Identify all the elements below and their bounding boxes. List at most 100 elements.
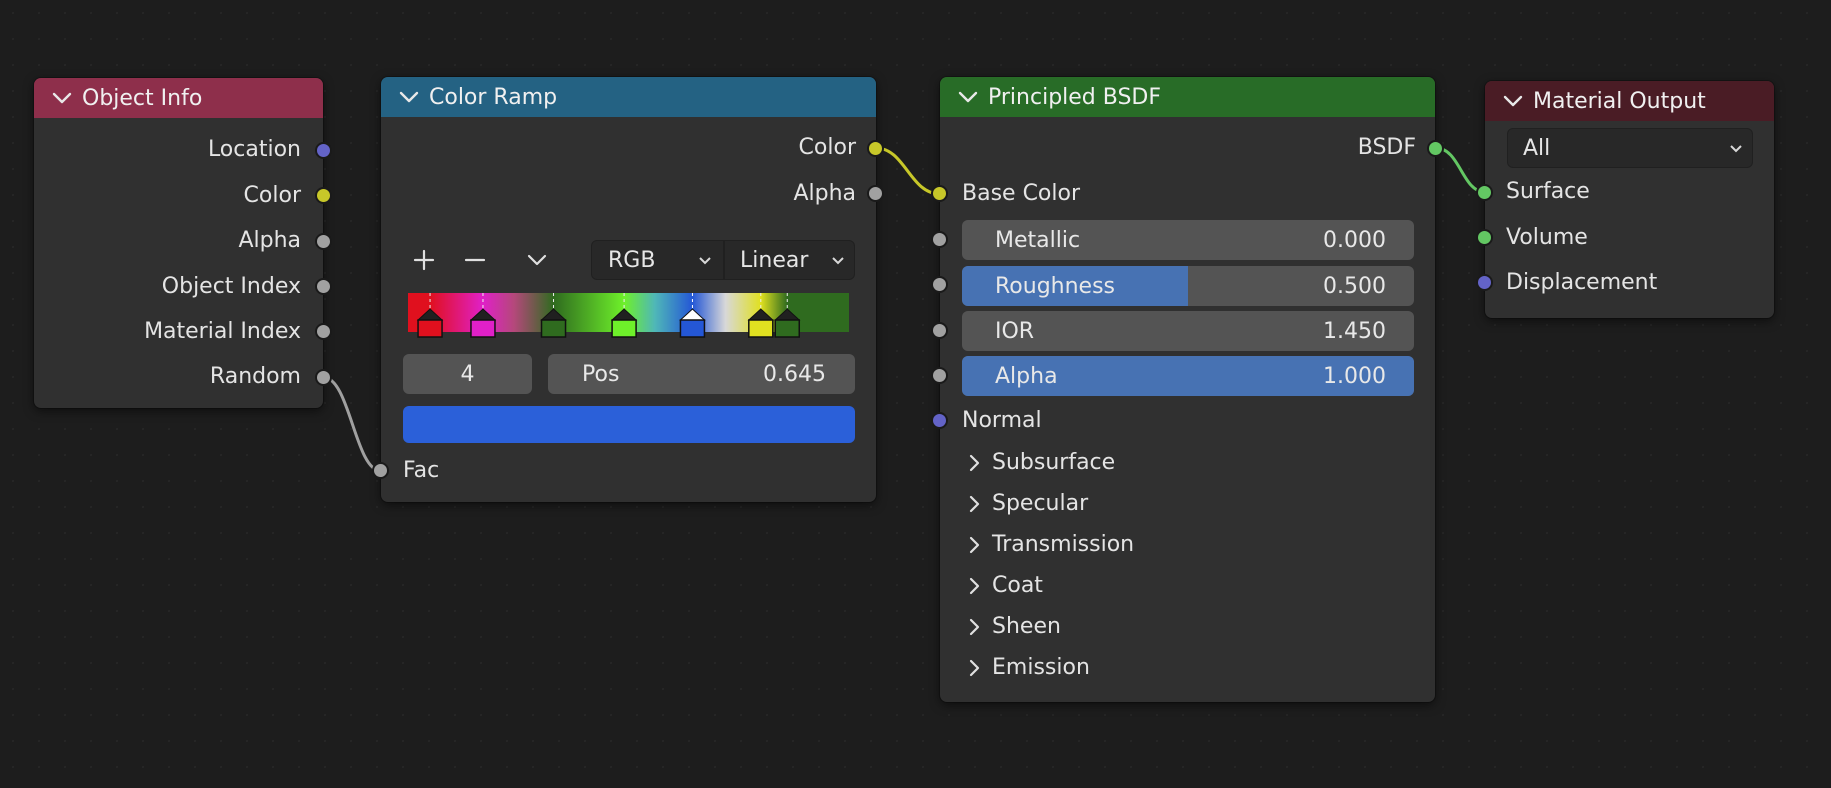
- node-title: Material Output: [1533, 88, 1706, 114]
- socket-object-index[interactable]: [315, 278, 332, 295]
- output-label-material-index: Material Index: [144, 319, 301, 344]
- color-stop-3[interactable]: [610, 293, 638, 338]
- field-label: IOR: [995, 319, 1035, 344]
- target-dropdown[interactable]: All: [1507, 128, 1753, 168]
- field-label: Alpha: [995, 364, 1058, 389]
- socket-alpha[interactable]: [315, 233, 332, 250]
- panel-subsurface[interactable]: Subsurface: [963, 450, 1115, 475]
- chevron-down-icon: [1730, 145, 1742, 153]
- color-stop-4[interactable]: [679, 293, 706, 338]
- color-mode-dropdown[interactable]: RGB: [591, 240, 724, 280]
- input-label-surface: Surface: [1506, 179, 1590, 204]
- socket-metallic[interactable]: [931, 231, 948, 248]
- object-info-header[interactable]: Object Info: [34, 78, 323, 118]
- socket-bsdf[interactable]: [1427, 140, 1444, 157]
- target-value: All: [1523, 136, 1551, 161]
- output-label-alpha: Alpha: [238, 228, 301, 253]
- color-mode-value: RGB: [608, 248, 656, 273]
- active-stop-index-field[interactable]: 4: [403, 354, 532, 394]
- socket-color[interactable]: [315, 187, 332, 204]
- chevron-down-icon: [699, 257, 711, 265]
- active-stop-index: 4: [460, 362, 475, 387]
- output-label-object-index: Object Index: [161, 274, 301, 299]
- material-output-header[interactable]: Material Output: [1485, 81, 1774, 121]
- socket-displacement[interactable]: [1476, 274, 1493, 291]
- socket-ramp-alpha[interactable]: [867, 185, 884, 202]
- field-value: 1.450: [1323, 319, 1386, 344]
- panel-label: Emission: [992, 655, 1090, 680]
- field-label: Metallic: [995, 228, 1081, 253]
- interpolation-dropdown[interactable]: Linear: [724, 240, 855, 280]
- chevron-right-icon: [969, 495, 980, 512]
- input-label-displacement: Displacement: [1506, 270, 1658, 295]
- interpolation-value: Linear: [740, 248, 809, 273]
- field-value: 0.500: [1323, 274, 1386, 299]
- socket-location[interactable]: [315, 142, 332, 159]
- chevron-right-icon: [969, 659, 980, 676]
- link-color-to-base-color[interactable]: [875, 146, 941, 196]
- color-stop-2[interactable]: [540, 293, 567, 338]
- panel-sheen[interactable]: Sheen: [963, 614, 1061, 639]
- chevron-down-icon: [832, 257, 844, 265]
- panel-emission[interactable]: Emission: [963, 655, 1090, 680]
- ior-field[interactable]: IOR 1.450: [962, 311, 1414, 351]
- chevron-right-icon: [969, 454, 980, 471]
- plus-icon[interactable]: [409, 245, 439, 275]
- chevron-right-icon: [969, 577, 980, 594]
- output-label-color: Color: [798, 135, 856, 160]
- panel-label: Transmission: [992, 532, 1135, 557]
- stop-position-field[interactable]: Pos 0.645: [548, 354, 855, 394]
- chevron-down-icon[interactable]: [1499, 91, 1527, 111]
- panel-transmission[interactable]: Transmission: [963, 532, 1134, 557]
- roughness-field[interactable]: Roughness 0.500: [962, 266, 1414, 306]
- field-value: 1.000: [1323, 364, 1386, 389]
- minus-icon[interactable]: [460, 245, 490, 275]
- field-label: Roughness: [995, 274, 1116, 299]
- output-label-alpha: Alpha: [793, 181, 856, 206]
- panel-label: Specular: [992, 491, 1089, 516]
- link-random-to-fac[interactable]: [322, 375, 382, 473]
- socket-volume[interactable]: [1476, 229, 1493, 246]
- socket-alpha-input[interactable]: [931, 367, 948, 384]
- node-title: Object Info: [82, 85, 203, 111]
- input-label-normal: Normal: [962, 408, 1042, 433]
- socket-normal[interactable]: [931, 412, 948, 429]
- alpha-field[interactable]: Alpha 1.000: [962, 356, 1414, 396]
- color-stop-6[interactable]: [773, 293, 801, 338]
- panel-label: Subsurface: [992, 450, 1116, 475]
- socket-ramp-color[interactable]: [867, 140, 884, 157]
- socket-ior[interactable]: [931, 322, 948, 339]
- output-label-location: Location: [207, 137, 301, 162]
- panel-label: Sheen: [992, 614, 1061, 639]
- metallic-field[interactable]: Metallic 0.000: [962, 220, 1414, 260]
- stop-position-value: 0.645: [763, 362, 826, 387]
- socket-material-index[interactable]: [315, 323, 332, 340]
- color-stop-1[interactable]: [469, 293, 497, 338]
- active-stop-color-swatch[interactable]: [403, 406, 855, 443]
- chevron-right-icon: [969, 618, 980, 635]
- input-label-volume: Volume: [1506, 225, 1588, 250]
- principled-bsdf-header[interactable]: Principled BSDF: [940, 77, 1435, 117]
- panel-label: Coat: [992, 573, 1043, 598]
- color-ramp-header[interactable]: Color Ramp: [381, 77, 876, 117]
- node-title: Principled BSDF: [988, 84, 1162, 110]
- socket-roughness[interactable]: [931, 276, 948, 293]
- chevron-down-icon[interactable]: [48, 88, 76, 108]
- chevron-down-icon[interactable]: [395, 87, 423, 107]
- chevron-down-icon[interactable]: [954, 87, 982, 107]
- socket-surface[interactable]: [1476, 184, 1493, 201]
- color-stops: [408, 293, 849, 341]
- socket-fac[interactable]: [372, 462, 389, 479]
- output-label-color: Color: [243, 183, 301, 208]
- color-stop-5[interactable]: [747, 293, 775, 338]
- chevron-down-icon[interactable]: [522, 245, 552, 275]
- output-label-random: Random: [209, 364, 301, 389]
- socket-random[interactable]: [315, 369, 332, 386]
- socket-base-color[interactable]: [931, 185, 948, 202]
- panel-specular[interactable]: Specular: [963, 491, 1088, 516]
- output-label-bsdf: BSDF: [1357, 135, 1416, 160]
- field-value: 0.000: [1323, 228, 1386, 253]
- panel-coat[interactable]: Coat: [963, 573, 1043, 598]
- node-title: Color Ramp: [429, 84, 558, 110]
- color-stop-0[interactable]: [416, 293, 444, 338]
